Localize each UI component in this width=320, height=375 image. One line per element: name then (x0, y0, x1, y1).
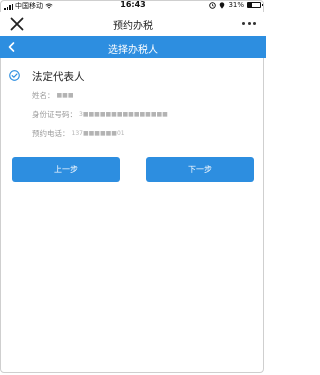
name-value: ■■■ (56, 92, 74, 99)
battery-icon (247, 2, 263, 8)
id-number-label: 身份证号码： (32, 110, 77, 119)
status-right: 31% (209, 1, 263, 9)
name-label: 姓名： (32, 91, 55, 100)
battery-level (248, 3, 252, 7)
taxpayer-role: 法定代表人 (32, 71, 85, 83)
battery-percent: 31% (228, 1, 244, 9)
next-step-button[interactable]: 下一步 (146, 157, 254, 182)
location-icon (220, 1, 225, 9)
prev-step-button[interactable]: 上一步 (12, 157, 120, 182)
phone-label: 预约电话： (32, 129, 70, 138)
app-bar: 预约办税 (0, 12, 266, 36)
phone-row: 预约电话： 137■■■■■■01 (32, 128, 125, 139)
status-bar: 中国移动 16:43 31% (0, 0, 266, 12)
alarm-icon (209, 1, 217, 9)
id-number-row: 身份证号码： 3■■■■■■■■■■■■■■■ (32, 109, 168, 120)
phone-value: 137■■■■■■01 (71, 130, 125, 137)
nav-title: 选择办税人 (108, 45, 158, 56)
more-icon[interactable] (242, 22, 256, 26)
name-row: 姓名： ■■■ (32, 90, 74, 101)
nav-bar: 选择办税人 (0, 36, 266, 58)
app-title: 预约办税 (113, 21, 153, 32)
id-number-value: 3■■■■■■■■■■■■■■■ (79, 111, 168, 118)
check-circle-icon[interactable] (9, 70, 20, 81)
